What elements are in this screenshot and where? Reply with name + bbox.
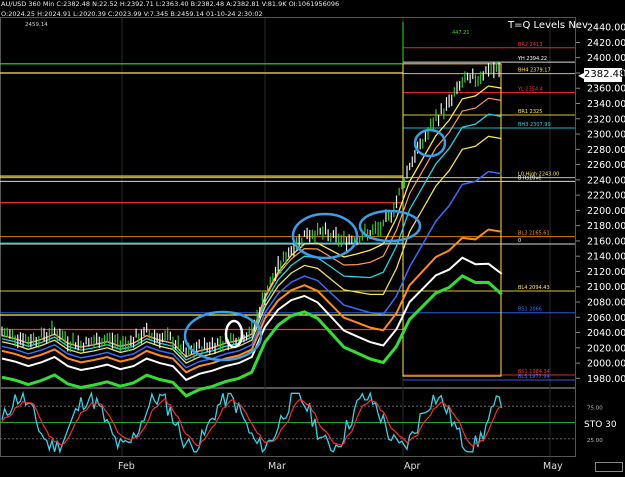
level-label: YL 2354.4 — [517, 87, 543, 93]
symbol-header: AU/USD 360 Min C:2382.48 N:22.52 H:2392.… — [1, 0, 340, 8]
ma-fast-line — [1, 85, 502, 358]
level-label: BH3 2307.99 — [518, 122, 551, 128]
stoch-level-label: 75.00 — [587, 405, 603, 411]
level-label: BL4 2094.43 — [518, 285, 550, 291]
annotation-text: 447.21 — [452, 30, 470, 36]
price-tick-label: 2300.00 — [587, 130, 625, 141]
month-label: May — [543, 461, 563, 472]
level-label: BH4 2379.17 — [518, 68, 551, 74]
price-tick-label: 2420.00 — [587, 38, 625, 49]
price-tick-label: 2100.00 — [587, 282, 625, 293]
price-tick-label: 2360.00 — [587, 84, 625, 95]
price-tick-label: 2320.00 — [587, 114, 625, 125]
moving-averages — [1, 85, 503, 398]
chart-canvas: YH 2394.22 BH4 2379.17 BR2 2413 YL 2354.4 BR… — [0, 17, 625, 472]
price-tick-label: 2280.00 — [587, 145, 625, 156]
price-tick-label: 2020.00 — [587, 343, 625, 354]
high-label: 2459.14 — [25, 22, 48, 28]
stoch-level-label: 25.00 — [587, 438, 603, 444]
price-tick-label: 2400.00 — [587, 53, 625, 64]
price-bars — [1, 61, 500, 359]
price-tick-label: 2260.00 — [587, 160, 625, 171]
level-label: BR2 2413 — [518, 42, 542, 48]
level-label: B Rs10ve — [518, 175, 542, 181]
price-tick-label: 2440.00 — [587, 23, 625, 34]
level-label: BS1 2066 — [518, 307, 542, 313]
price-tick-label: 2000.00 — [587, 359, 625, 370]
price-tick-label: 2220.00 — [587, 191, 625, 202]
month-label: Mar — [268, 461, 286, 472]
price-tick-label: 2080.00 — [587, 298, 625, 309]
level-label: BR1 2325 — [518, 109, 542, 115]
bar-info-line: O:2024.25 H:2024.91 L:2020.39 C:2023.99 … — [1, 10, 263, 18]
level-label: 0 — [518, 238, 521, 244]
last-price-tag: 2382.48 — [584, 68, 625, 82]
highlight-circle — [291, 212, 359, 260]
price-tick-label: 2200.00 — [587, 206, 625, 217]
price-tick-label: 2120.00 — [587, 267, 625, 278]
price-tick-label: 2060.00 — [587, 313, 625, 324]
price-tick-label: 2180.00 — [587, 221, 625, 232]
price-tick-label: 1980.00 — [587, 374, 625, 385]
stochastic-label: STO 30 — [584, 420, 617, 430]
price-tick-label: 2340.00 — [587, 99, 625, 110]
stochastic-panel: 75.00 25.00 — [0, 390, 603, 455]
level-label: BL3 2165.61 — [518, 231, 550, 237]
month-label: Apr — [404, 461, 421, 472]
time-axis: Feb Mar Apr May — [118, 461, 563, 472]
chart-title: T=Q Levels Nev — [508, 20, 588, 31]
price-tick-label: 2160.00 — [587, 236, 625, 247]
level-label: BLS 1977.94 — [518, 374, 550, 380]
price-tick-label: 2240.00 — [587, 175, 625, 186]
scroll-corner[interactable] — [595, 462, 623, 472]
month-label: Feb — [118, 461, 135, 472]
price-tick-label: 2140.00 — [587, 252, 625, 263]
price-tick-label: 2040.00 — [587, 328, 625, 339]
ma-salmon-line — [1, 97, 502, 358]
level-label: YH 2394.22 — [517, 56, 547, 62]
